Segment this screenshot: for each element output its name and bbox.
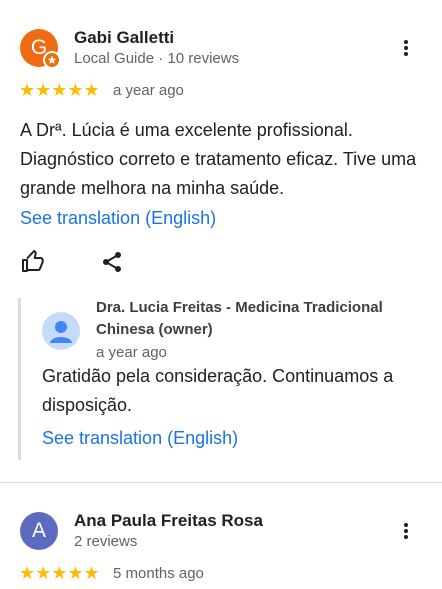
reviewer-meta: Local Guide · 10 reviews: [74, 50, 240, 67]
reviewer-name[interactable]: Gabi Galletti: [74, 28, 174, 48]
reviewer-meta: 2 reviews: [74, 533, 138, 550]
owner-reply-text: Gratidão pela consideração. Continuamos …: [42, 366, 394, 415]
owner-see-translation-link[interactable]: See translation (English): [42, 428, 238, 449]
review-text: A Drª. Lúcia é uma excelente profissiona…: [20, 120, 417, 198]
review-time: 5 months ago: [113, 565, 204, 582]
star-rating: ★★★★★: [19, 80, 100, 100]
more-vert-icon[interactable]: [404, 521, 408, 541]
local-guide-badge-icon: [43, 51, 61, 69]
person-avatar-icon: [42, 312, 80, 350]
star-rating: ★★★★★: [19, 563, 100, 583]
reviewer-avatar[interactable]: A: [20, 512, 58, 550]
thumb-up-icon[interactable]: [21, 250, 45, 274]
more-vert-icon[interactable]: [404, 38, 408, 58]
reviewer-name[interactable]: Ana Paula Freitas Rosa: [74, 511, 263, 531]
owner-reply-bar: [18, 298, 21, 460]
see-translation-link[interactable]: See translation (English): [20, 208, 216, 229]
owner-name: Dra. Lucia Freitas - Medicina Tradiciona…: [96, 299, 383, 338]
avatar-letter: A: [31, 519, 46, 542]
owner-reply-time: a year ago: [96, 344, 167, 361]
review-divider: [0, 482, 442, 483]
review-time: a year ago: [113, 82, 184, 99]
share-icon[interactable]: [100, 250, 124, 274]
